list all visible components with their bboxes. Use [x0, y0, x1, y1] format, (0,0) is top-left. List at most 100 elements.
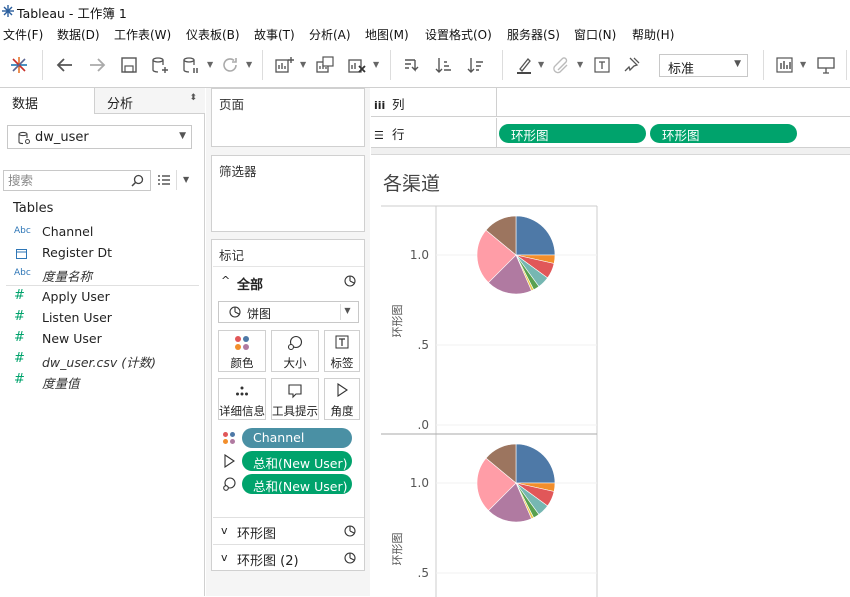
- color-encoding-icon: [223, 432, 235, 444]
- menu-analysis[interactable]: 分析(A): [309, 26, 351, 43]
- angle-button[interactable]: 角度: [324, 378, 360, 420]
- show-labels-icon[interactable]: [591, 54, 613, 76]
- fit-dropdown[interactable]: 标准 ▼: [659, 54, 748, 77]
- search-icon[interactable]: [131, 174, 144, 187]
- label-button[interactable]: 标签: [324, 330, 360, 372]
- undo-icon[interactable]: [54, 54, 76, 76]
- search-input[interactable]: [8, 172, 128, 189]
- row-pill[interactable]: 环形图: [650, 124, 797, 143]
- save-icon[interactable]: [118, 54, 140, 76]
- datasource-select[interactable]: dw_user ▼: [7, 125, 192, 149]
- pause-updates-icon[interactable]: [180, 54, 202, 76]
- marks-layer-1[interactable]: v 环形图: [213, 517, 364, 543]
- filters-shelf[interactable]: 筛选器: [211, 155, 365, 232]
- channel-color-pill[interactable]: Channel: [242, 428, 352, 448]
- redo-icon[interactable]: [86, 54, 108, 76]
- menu-help[interactable]: 帮助(H): [632, 26, 674, 43]
- field-item[interactable]: # 度量值: [14, 372, 199, 391]
- sort-descending-icon[interactable]: [465, 54, 487, 76]
- menu-map[interactable]: 地图(M): [365, 26, 409, 43]
- new-datasource-icon[interactable]: [149, 54, 171, 76]
- tooltip-icon: [288, 384, 302, 399]
- datasource-name: dw_user: [35, 130, 89, 145]
- duplicate-sheet-icon[interactable]: [314, 54, 336, 76]
- marks-all-layer[interactable]: ^ 全部: [213, 266, 364, 296]
- clear-sheet-dropdown[interactable]: ▼: [373, 60, 379, 69]
- menu-bar: 文件(F) 数据(D) 工作表(W) 仪表板(B) 故事(T) 分析(A) 地图…: [0, 22, 850, 44]
- tab-data[interactable]: 数据: [0, 88, 95, 114]
- datasource-icon: [18, 131, 30, 145]
- field-item[interactable]: # Apply User: [14, 288, 199, 307]
- menu-story[interactable]: 故事(T): [254, 26, 295, 43]
- refresh-icon[interactable]: [219, 54, 241, 76]
- field-item[interactable]: # dw_user.csv (计数): [14, 351, 199, 370]
- axis-tick-label: .5: [418, 566, 429, 580]
- show-me-icon[interactable]: [774, 54, 796, 76]
- list-view-icon[interactable]: [157, 174, 171, 186]
- field-name: 度量值: [42, 376, 80, 391]
- sort-updown-icon[interactable]: ⬍: [189, 93, 197, 103]
- menu-file[interactable]: 文件(F): [3, 26, 43, 43]
- rows-shelf[interactable]: ☰ 行 环形图 环形图: [371, 118, 850, 148]
- mark-type-value: 饼图: [247, 307, 272, 321]
- axis-tick-label: .5: [418, 338, 429, 352]
- tableau-app-icon: [2, 5, 14, 17]
- tableau-logo-icon[interactable]: [8, 54, 30, 76]
- field-search[interactable]: [3, 170, 151, 191]
- highlight-icon[interactable]: [513, 54, 535, 76]
- field-item[interactable]: Register Dt: [14, 244, 199, 263]
- color-button[interactable]: 颜色: [218, 330, 266, 372]
- field-name: New User: [42, 331, 102, 346]
- new-worksheet-dropdown[interactable]: ▼: [300, 60, 306, 69]
- toolbar: ▼ ▼ ▼ ▼ ▼ ▼ 标准 ▼ ▼: [0, 44, 850, 88]
- pie-chart[interactable]: 环形图 1.0 .5 .0 环形图 1.0 .5: [371, 155, 850, 597]
- show-me-dropdown[interactable]: ▼: [800, 60, 806, 69]
- field-item[interactable]: Abc 度量名称: [14, 265, 199, 284]
- new-user-angle-pill[interactable]: 总和(New User): [242, 451, 352, 471]
- row-pill[interactable]: 环形图: [499, 124, 646, 143]
- detail-button[interactable]: 详细信息: [218, 378, 266, 420]
- group-icon[interactable]: [550, 54, 572, 76]
- menu-server[interactable]: 服务器(S): [507, 26, 560, 43]
- axis-tick-label: 1.0: [410, 476, 429, 490]
- sort-ascending-icon[interactable]: [433, 54, 455, 76]
- size-button[interactable]: 大小: [271, 330, 319, 372]
- mark-type-select[interactable]: 饼图 ▼: [218, 301, 359, 323]
- menu-data[interactable]: 数据(D): [57, 26, 100, 43]
- menu-window[interactable]: 窗口(N): [574, 26, 616, 43]
- clear-sheet-icon[interactable]: [346, 54, 368, 76]
- chevron-up-icon[interactable]: ^: [221, 274, 230, 287]
- size-encoding-icon: [223, 477, 236, 491]
- tab-analytics[interactable]: 分析 ⬍: [95, 88, 205, 114]
- fix-axes-icon[interactable]: [621, 54, 643, 76]
- field-name: dw_user.csv (计数): [42, 355, 157, 370]
- field-item[interactable]: Abc Channel: [14, 223, 199, 242]
- worksheet-view[interactable]: 各渠道 环形图 1.0.5.0 环形图 1.0.5: [371, 154, 850, 597]
- rows-icon: ☰: [374, 129, 384, 142]
- columns-shelf[interactable]: iii 列: [371, 88, 850, 117]
- pause-updates-dropdown[interactable]: ▼: [207, 60, 213, 69]
- pane-menu-dropdown[interactable]: ▼: [183, 175, 189, 184]
- new-worksheet-icon[interactable]: [273, 54, 295, 76]
- field-item[interactable]: # New User: [14, 330, 199, 349]
- refresh-dropdown[interactable]: ▼: [246, 60, 252, 69]
- menu-worksheet[interactable]: 工作表(W): [114, 26, 171, 43]
- menu-dashboard[interactable]: 仪表板(B): [186, 26, 240, 43]
- pages-shelf[interactable]: 页面: [211, 88, 365, 147]
- chevron-down-icon[interactable]: v: [221, 551, 228, 564]
- new-user-size-pill[interactable]: 总和(New User): [242, 474, 352, 494]
- chevron-down-icon: ▼: [179, 131, 186, 141]
- field-item[interactable]: # Listen User: [14, 309, 199, 328]
- menu-format[interactable]: 设置格式(O): [425, 26, 492, 43]
- swap-rows-columns-icon[interactable]: [401, 54, 423, 76]
- rows-shelf-label: ☰ 行: [374, 124, 405, 143]
- field-name: 度量名称: [42, 269, 93, 284]
- chevron-down-icon[interactable]: v: [221, 524, 228, 537]
- tooltip-button[interactable]: 工具提示: [271, 378, 319, 420]
- group-dropdown[interactable]: ▼: [577, 60, 583, 69]
- presentation-icon[interactable]: [815, 54, 837, 76]
- pie-mark-icon: [344, 275, 356, 287]
- text-label-icon: [335, 335, 349, 349]
- highlight-dropdown[interactable]: ▼: [538, 60, 544, 69]
- marks-layer-2[interactable]: v 环形图 (2): [213, 544, 364, 570]
